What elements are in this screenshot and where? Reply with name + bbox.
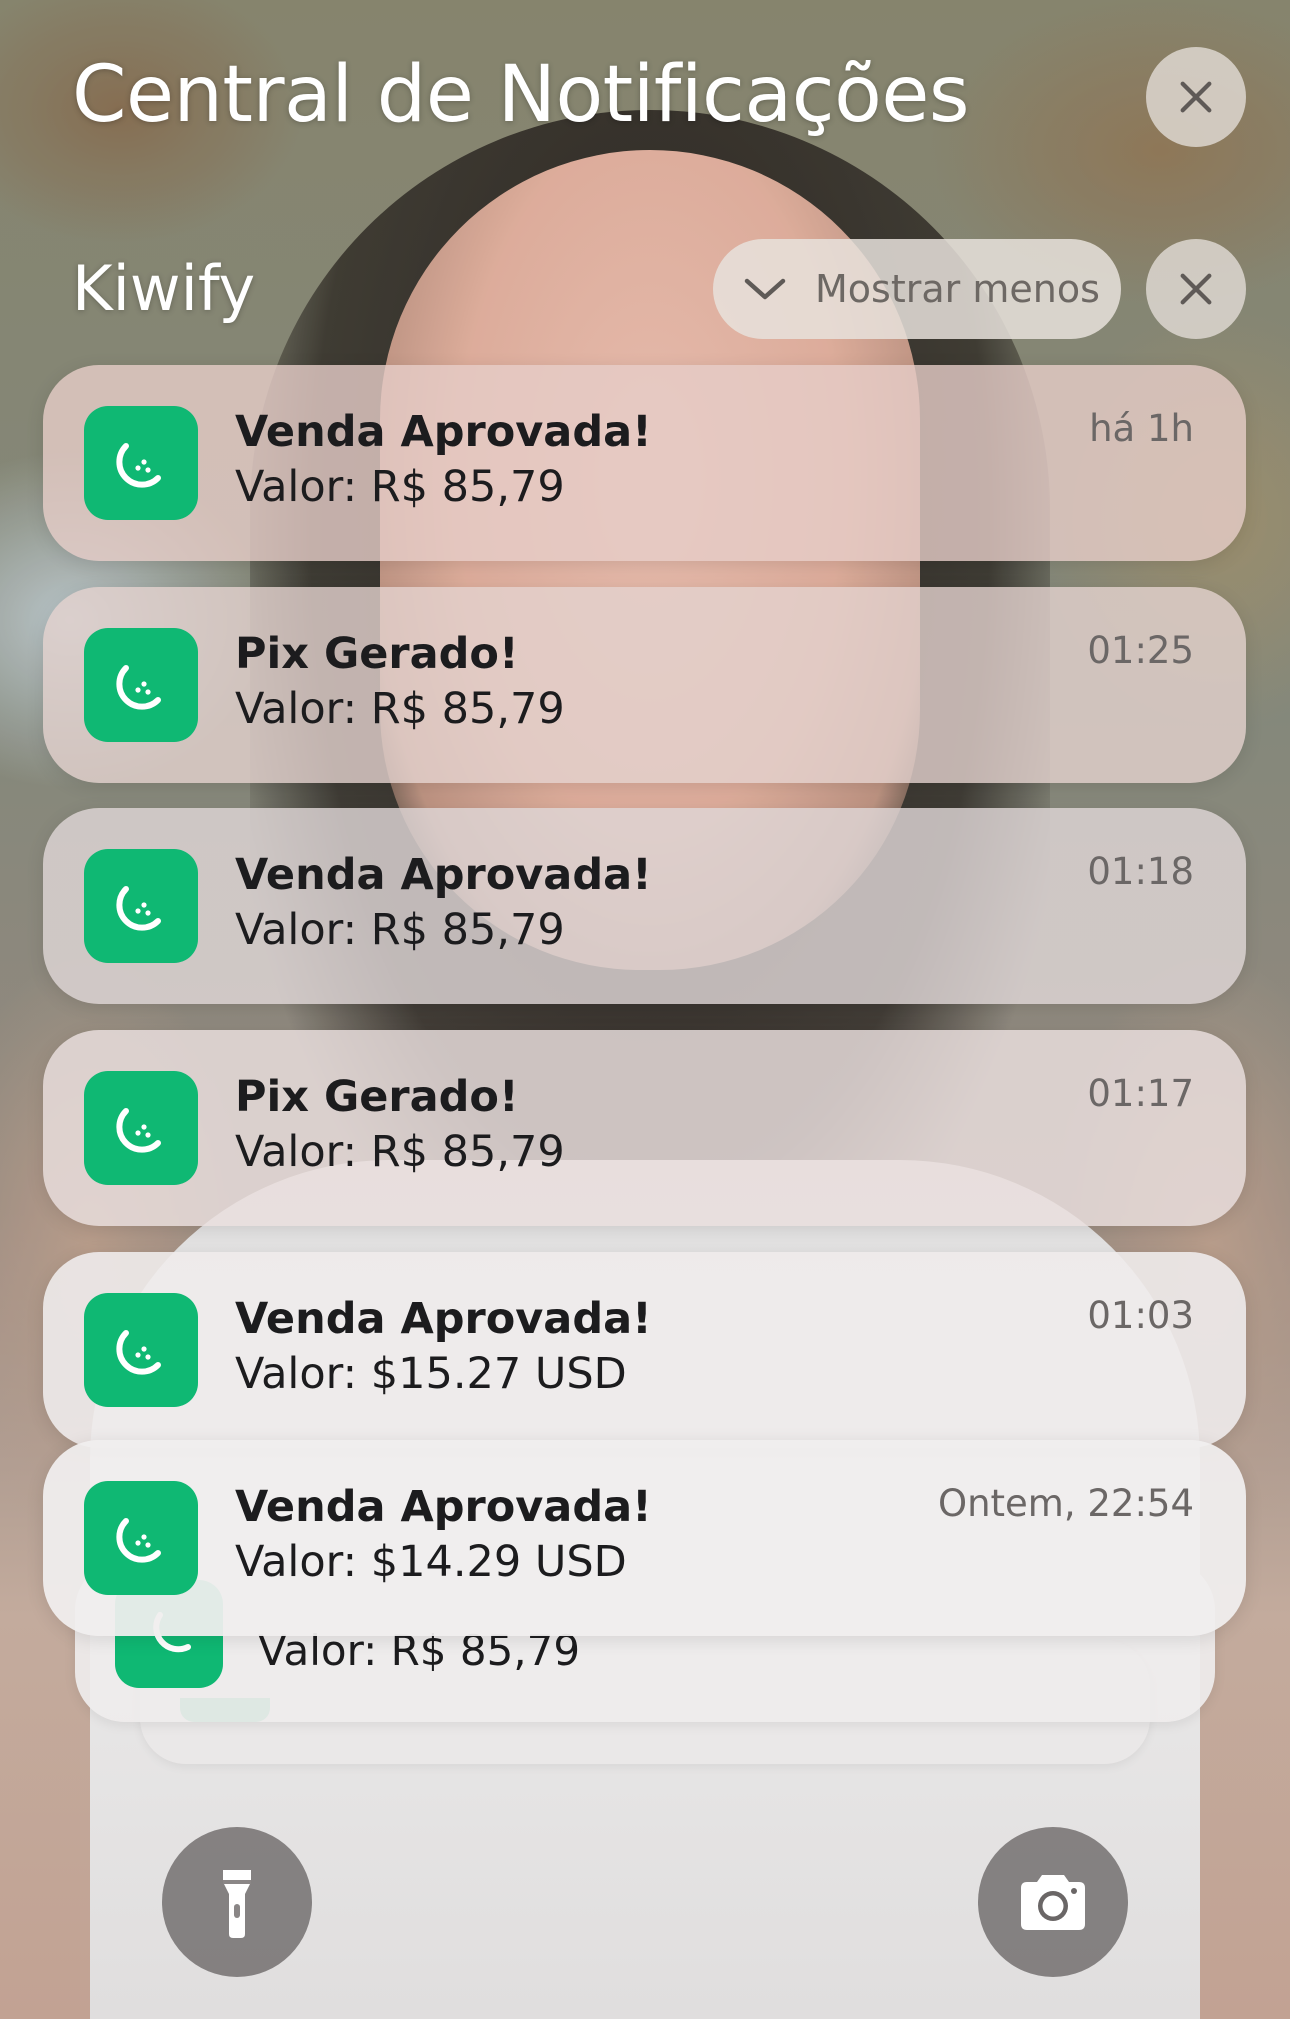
camera-icon — [1021, 1875, 1085, 1930]
show-less-label: Mostrar menos — [815, 267, 1100, 311]
page-title: Central de Notificações — [72, 50, 969, 140]
notification-time: 01:18 — [1087, 850, 1194, 893]
notification-time: Ontem, 22:54 — [937, 1482, 1194, 1525]
notification-card[interactable]: Pix Gerado! Valor: R$ 85,79 01:25 — [43, 587, 1246, 783]
close-notification-center-button[interactable] — [1146, 47, 1246, 147]
clear-group-button[interactable] — [1146, 239, 1246, 339]
notification-title: Pix Gerado! — [235, 1072, 519, 1122]
notification-title: Venda Aprovada! — [235, 407, 652, 457]
notification-body: Valor: R$ 85,79 — [235, 1127, 565, 1177]
app-icon — [84, 406, 198, 520]
notification-time: 01:25 — [1087, 629, 1194, 672]
app-group-title: Kiwify — [72, 252, 256, 325]
notification-body: Valor: $15.27 USD — [235, 1349, 627, 1399]
kiwify-logo-icon — [116, 1330, 161, 1375]
kiwify-logo-icon — [116, 1108, 161, 1153]
notification-card[interactable]: Pix Gerado! Valor: R$ 85,79 01:17 — [43, 1030, 1246, 1226]
app-icon — [84, 628, 198, 742]
flashlight-button[interactable] — [162, 1827, 312, 1977]
notification-time: 01:17 — [1087, 1072, 1194, 1115]
notification-body: Valor: R$ 85,79 — [235, 684, 565, 734]
notification-title: Venda Aprovada! — [235, 1482, 652, 1532]
kiwify-logo-icon — [116, 665, 161, 710]
chevron-down-icon — [744, 278, 786, 300]
notification-card[interactable]: Venda Aprovada! Valor: R$ 85,79 01:18 — [43, 808, 1246, 1004]
notification-body: Valor: $14.29 USD — [235, 1537, 627, 1587]
notification-title: Venda Aprovada! — [235, 1294, 652, 1344]
notification-card[interactable]: Venda Aprovada! Valor: $15.27 USD 01:03 — [43, 1252, 1246, 1448]
notification-body: Valor: R$ 85,79 — [235, 462, 565, 512]
notification-time: 01:03 — [1087, 1294, 1194, 1337]
notification-title: Pix Gerado! — [235, 629, 519, 679]
notification-title: Venda Aprovada! — [235, 850, 652, 900]
notification-time: há 1h — [1089, 407, 1194, 450]
camera-button[interactable] — [978, 1827, 1128, 1977]
flashlight-icon — [223, 1870, 251, 1938]
close-icon — [1180, 273, 1212, 305]
app-icon — [84, 1071, 198, 1185]
kiwify-logo-icon — [116, 443, 161, 488]
close-icon — [1180, 81, 1212, 113]
app-icon — [84, 1293, 198, 1407]
notification-card[interactable]: Venda Aprovada! Valor: R$ 85,79 há 1h — [43, 365, 1246, 561]
show-less-button[interactable]: Mostrar menos — [713, 239, 1121, 339]
notification-card[interactable]: Venda Aprovada! Valor: $14.29 USD Ontem, 2… — [43, 1440, 1246, 1636]
kiwify-logo-icon — [116, 1518, 161, 1563]
kiwify-logo-icon — [116, 886, 161, 931]
app-icon — [84, 1481, 198, 1595]
notification-body: Valor: R$ 85,79 — [235, 905, 565, 955]
app-icon — [84, 849, 198, 963]
